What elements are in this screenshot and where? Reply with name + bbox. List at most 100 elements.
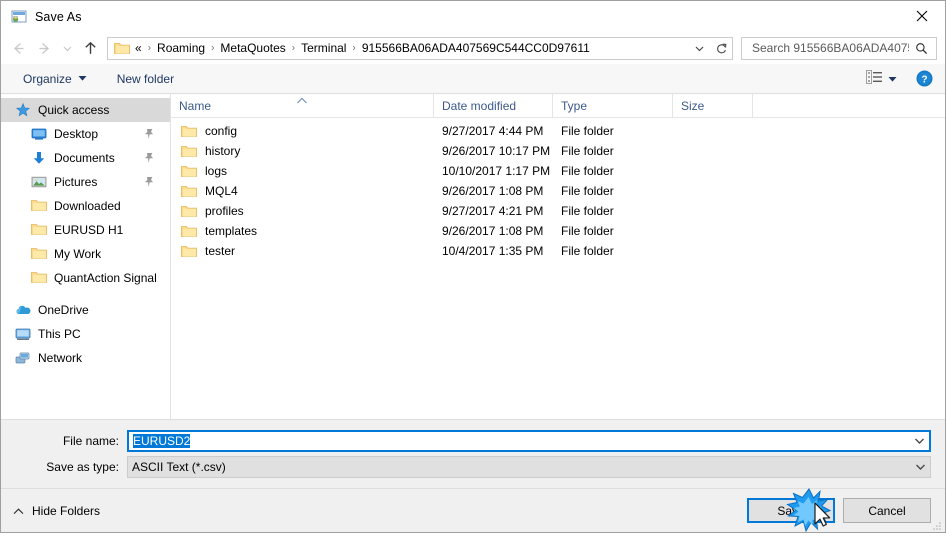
- column-headers: Name Date modified Type Size: [171, 94, 945, 118]
- pin-icon[interactable]: [144, 128, 154, 140]
- table-row[interactable]: history 9/26/2017 10:17 PM File folder: [171, 141, 945, 161]
- folder-icon: [114, 41, 130, 55]
- table-row[interactable]: tester 10/4/2017 1:35 PM File folder: [171, 241, 945, 261]
- onedrive-cloud-icon: [15, 302, 31, 318]
- breadcrumb-item-roaming[interactable]: Roaming: [155, 41, 207, 55]
- filename-chevron-down-icon[interactable]: [909, 432, 929, 450]
- desktop-icon: [31, 126, 47, 142]
- svg-text:?: ?: [921, 74, 927, 85]
- sidebar-item-this-pc[interactable]: This PC: [1, 322, 170, 346]
- recent-locations-chevron-down-icon[interactable]: [57, 35, 77, 61]
- up-arrow-icon[interactable]: [77, 35, 103, 61]
- file-rows[interactable]: config 9/27/2017 4:44 PM File folder his…: [171, 118, 945, 419]
- breadcrumb-overflow[interactable]: «: [135, 41, 144, 55]
- folder-icon: [181, 184, 197, 198]
- file-date-cell: 9/27/2017 4:44 PM: [442, 124, 544, 138]
- sidebar-item-quick-access[interactable]: Quick access: [1, 98, 170, 122]
- sidebar-item-downloaded[interactable]: Downloaded: [1, 194, 170, 218]
- sidebar-item-pictures[interactable]: Pictures: [1, 170, 170, 194]
- folder-icon: [31, 246, 47, 262]
- command-toolbar: Organize New folder ?: [1, 64, 945, 94]
- resize-grip-icon[interactable]: [932, 520, 942, 530]
- view-chevron-down-icon[interactable]: [888, 72, 897, 86]
- file-date-cell: 9/26/2017 1:08 PM: [442, 184, 544, 198]
- column-header-size[interactable]: Size: [673, 94, 753, 117]
- file-type-cell: File folder: [561, 124, 614, 138]
- file-date-cell: 9/26/2017 1:08 PM: [442, 224, 544, 238]
- star-icon: [15, 102, 31, 118]
- pin-icon[interactable]: [144, 176, 154, 188]
- sidebar-item-onedrive[interactable]: OneDrive: [1, 298, 170, 322]
- breadcrumb-item-terminal-id[interactable]: 915566BA06ADA407569C544CC0D97611: [360, 41, 592, 55]
- save-button[interactable]: Save: [747, 498, 835, 523]
- filetype-value: ASCII Text (*.csv): [132, 460, 226, 474]
- help-icon[interactable]: ?: [916, 70, 933, 87]
- breadcrumb-item-terminal[interactable]: Terminal: [299, 41, 348, 55]
- refresh-icon[interactable]: [710, 38, 732, 59]
- organize-label: Organize: [23, 71, 72, 86]
- column-header-label: Date modified: [442, 98, 517, 113]
- column-header-type[interactable]: Type: [553, 94, 673, 117]
- search-box[interactable]: [741, 36, 937, 60]
- column-header-name[interactable]: Name: [171, 94, 434, 117]
- filetype-label: Save as type:: [46, 460, 119, 474]
- filetype-chevron-down-icon[interactable]: [910, 457, 930, 477]
- filetype-row: Save as type: ASCII Text (*.csv): [1, 456, 945, 478]
- table-row[interactable]: MQL4 9/26/2017 1:08 PM File folder: [171, 181, 945, 201]
- documents-download-icon: [31, 150, 47, 166]
- cancel-button[interactable]: Cancel: [843, 498, 931, 523]
- breadcrumb-separator: ›: [211, 42, 215, 53]
- sidebar-item-network[interactable]: Network: [1, 346, 170, 370]
- folder-icon: [181, 204, 197, 218]
- change-view-button[interactable]: [861, 67, 902, 90]
- address-bar[interactable]: « › Roaming › MetaQuotes › Terminal › 91…: [107, 36, 733, 60]
- hide-folders-button[interactable]: Hide Folders: [13, 504, 100, 518]
- sidebar-item-eurusd-h1[interactable]: EURUSD H1: [1, 218, 170, 242]
- column-header-label: Type: [561, 98, 588, 113]
- file-type-cell: File folder: [561, 184, 614, 198]
- column-header-label: Name: [179, 98, 212, 113]
- new-folder-label: New folder: [116, 71, 175, 86]
- sidebar-item-label: This PC: [38, 327, 81, 341]
- file-name-label: profiles: [205, 204, 244, 218]
- search-input[interactable]: [750, 40, 911, 56]
- hide-folders-label: Hide Folders: [32, 503, 101, 518]
- back-arrow-icon[interactable]: [5, 35, 31, 61]
- new-folder-button[interactable]: New folder: [109, 68, 182, 90]
- close-icon[interactable]: [899, 1, 945, 31]
- sidebar-item-desktop[interactable]: Desktop: [1, 122, 170, 146]
- file-name-label: logs: [205, 164, 228, 178]
- navigation-bar: « › Roaming › MetaQuotes › Terminal › 91…: [1, 32, 945, 64]
- file-name-label: templates: [205, 224, 258, 238]
- search-icon[interactable]: [911, 42, 932, 55]
- metatrader-icon: [11, 9, 27, 25]
- sidebar-item-my-work[interactable]: My Work: [1, 242, 170, 266]
- network-icon: [15, 350, 31, 366]
- column-header-date-modified[interactable]: Date modified: [434, 94, 553, 117]
- table-row[interactable]: config 9/27/2017 4:44 PM File folder: [171, 121, 945, 141]
- forward-arrow-icon[interactable]: [31, 35, 57, 61]
- table-row[interactable]: templates 9/26/2017 1:08 PM File folder: [171, 221, 945, 241]
- filetype-select[interactable]: ASCII Text (*.csv): [127, 456, 931, 478]
- folder-icon: [181, 244, 197, 258]
- sidebar-item-quantaction-signal[interactable]: QuantAction Signal: [1, 266, 170, 290]
- table-row[interactable]: profiles 9/27/2017 4:21 PM File folder: [171, 201, 945, 221]
- filename-row: File name: EURUSD2: [1, 430, 945, 452]
- pin-icon[interactable]: [144, 152, 154, 164]
- navigation-sidebar[interactable]: Quick access Desktop Documents Pictures …: [1, 94, 171, 419]
- breadcrumb[interactable]: « › Roaming › MetaQuotes › Terminal › 91…: [135, 41, 688, 55]
- file-name-cell: history: [171, 144, 434, 158]
- organize-button[interactable]: Organize: [15, 68, 95, 90]
- this-pc-icon: [15, 326, 31, 342]
- file-type-cell: File folder: [561, 164, 614, 178]
- save-form: File name: EURUSD2 Save as type: ASCII T…: [1, 420, 945, 488]
- address-chevron-down-icon[interactable]: [688, 38, 710, 59]
- breadcrumb-item-metaquotes[interactable]: MetaQuotes: [218, 41, 287, 55]
- filename-value[interactable]: EURUSD2: [129, 434, 909, 448]
- table-row[interactable]: logs 10/10/2017 1:17 PM File folder: [171, 161, 945, 181]
- sidebar-item-documents[interactable]: Documents: [1, 146, 170, 170]
- window-title: Save As: [35, 9, 82, 24]
- file-name-cell: logs: [171, 164, 434, 178]
- filename-input[interactable]: EURUSD2: [127, 430, 931, 452]
- sidebar-item-label: Network: [38, 351, 83, 365]
